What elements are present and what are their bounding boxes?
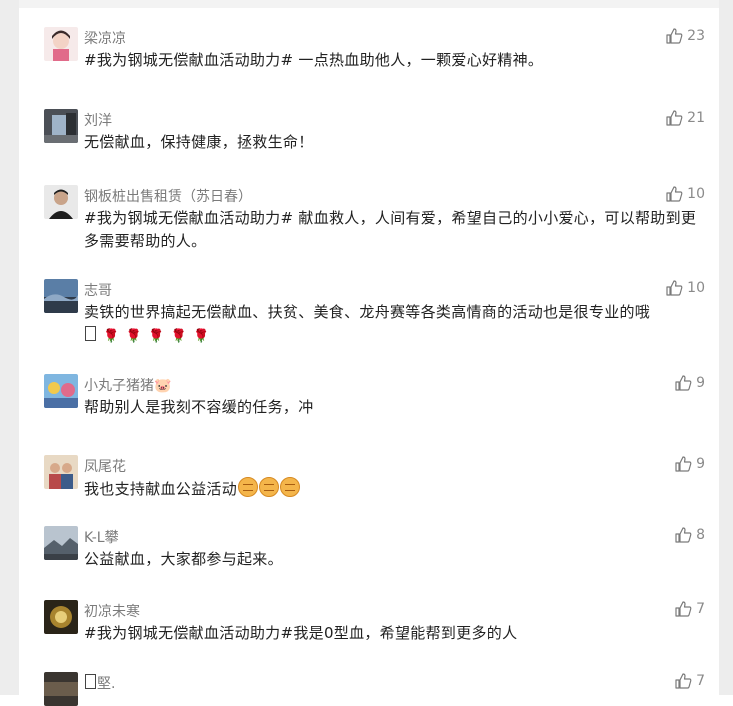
comment-text: 卖铁的世界搞起无偿献血、扶贫、美食、龙舟赛等各类高情商的活动也是很专业的哦 🌹 🌹… bbox=[84, 301, 710, 348]
comment-text: 帮助别人是我刻不容缓的任务，冲 bbox=[84, 398, 314, 416]
comment-text: 无偿献血，保持健康，拯救生命！ bbox=[84, 133, 314, 151]
comment-text: 我也支持献血公益活动 bbox=[84, 477, 710, 501]
like-count: 10 bbox=[687, 280, 705, 296]
rose-icon: 🌹 bbox=[125, 329, 142, 344]
like-button[interactable]: 9 bbox=[675, 375, 705, 391]
like-count: 23 bbox=[687, 28, 705, 44]
thumbs-up-icon bbox=[666, 186, 683, 202]
avatar[interactable] bbox=[44, 455, 78, 489]
like-count: 21 bbox=[687, 110, 705, 126]
avatar[interactable] bbox=[44, 600, 78, 634]
comment-author[interactable]: 刘洋 bbox=[84, 110, 112, 130]
like-button[interactable]: 7 bbox=[675, 601, 705, 617]
comment-text-body: 我也支持献血公益活动 bbox=[84, 480, 238, 498]
thumbs-up-icon bbox=[666, 28, 683, 44]
comment-author[interactable]: 堅. bbox=[84, 673, 115, 693]
like-count: 9 bbox=[696, 456, 705, 472]
avatar[interactable] bbox=[44, 279, 78, 313]
thumbs-up-icon bbox=[675, 527, 692, 543]
comment-author[interactable]: 初凉未寒 bbox=[84, 601, 140, 621]
thumbs-up-icon bbox=[666, 280, 683, 296]
unknown-glyph bbox=[85, 674, 96, 689]
comment-text: #我为钢城无偿献血活动助力# 一点热血助他人，一颗爱心好精神。 bbox=[84, 51, 544, 69]
fist-emoji-icon bbox=[259, 477, 280, 497]
comment-author[interactable]: 小丸子猪猪🐷 bbox=[84, 375, 171, 395]
avatar[interactable] bbox=[44, 27, 78, 61]
like-button[interactable]: 7 bbox=[675, 673, 705, 689]
avatar[interactable] bbox=[44, 374, 78, 408]
fist-emoji-icon bbox=[280, 477, 301, 497]
rose-icon: 🌹 bbox=[170, 329, 187, 344]
thumbs-up-icon bbox=[675, 601, 692, 617]
thumbs-up-icon bbox=[675, 673, 692, 689]
avatar[interactable] bbox=[44, 672, 78, 706]
like-button[interactable]: 10 bbox=[666, 280, 705, 296]
avatar[interactable] bbox=[44, 526, 78, 560]
thumbs-up-icon bbox=[666, 110, 683, 126]
avatar[interactable] bbox=[44, 185, 78, 219]
like-count: 7 bbox=[696, 673, 705, 689]
comment-list: 梁凉凉 #我为钢城无偿献血活动助力# 一点热血助他人，一颗爱心好精神。 23 刘… bbox=[0, 0, 733, 706]
comment-text-body: 卖铁的世界搞起无偿献血、扶贫、美食、龙舟赛等各类高情商的活动也是很专业的哦 bbox=[84, 303, 651, 321]
avatar[interactable] bbox=[44, 109, 78, 143]
comment-text: #我为钢城无偿献血活动助力# 献血救人，人间有爱，希望自己的小小爱心，可以帮助到… bbox=[84, 209, 697, 250]
comment-author[interactable]: K-L攀 bbox=[84, 527, 119, 547]
comment-author[interactable]: 钢板桩出售租赁（苏日春） bbox=[84, 186, 252, 206]
like-button[interactable]: 23 bbox=[666, 28, 705, 44]
fist-emoji-icon bbox=[238, 477, 259, 497]
rose-icon: 🌹 bbox=[193, 329, 210, 344]
like-count: 8 bbox=[696, 527, 705, 543]
comment-text: 公益献血，大家都参与起来。 bbox=[84, 550, 283, 568]
like-button[interactable]: 8 bbox=[675, 527, 705, 543]
like-count: 9 bbox=[696, 375, 705, 391]
comment-author[interactable]: 凤尾花 bbox=[84, 456, 126, 476]
like-button[interactable]: 21 bbox=[666, 110, 705, 126]
like-count: 10 bbox=[687, 186, 705, 202]
thumbs-up-icon bbox=[675, 375, 692, 391]
unknown-glyph bbox=[85, 326, 96, 341]
rose-icon: 🌹 bbox=[103, 329, 120, 344]
rose-icon: 🌹 bbox=[148, 329, 165, 344]
like-count: 7 bbox=[696, 601, 705, 617]
comment-author[interactable]: 志哥 bbox=[84, 280, 112, 300]
comment-text: #我为钢城无偿献血活动助力#我是0型血，希望能帮到更多的人 bbox=[84, 624, 518, 642]
author-name-text: 堅. bbox=[97, 676, 116, 692]
thumbs-up-icon bbox=[675, 456, 692, 472]
like-button[interactable]: 9 bbox=[675, 456, 705, 472]
comment-author[interactable]: 梁凉凉 bbox=[84, 28, 126, 48]
like-button[interactable]: 10 bbox=[666, 186, 705, 202]
